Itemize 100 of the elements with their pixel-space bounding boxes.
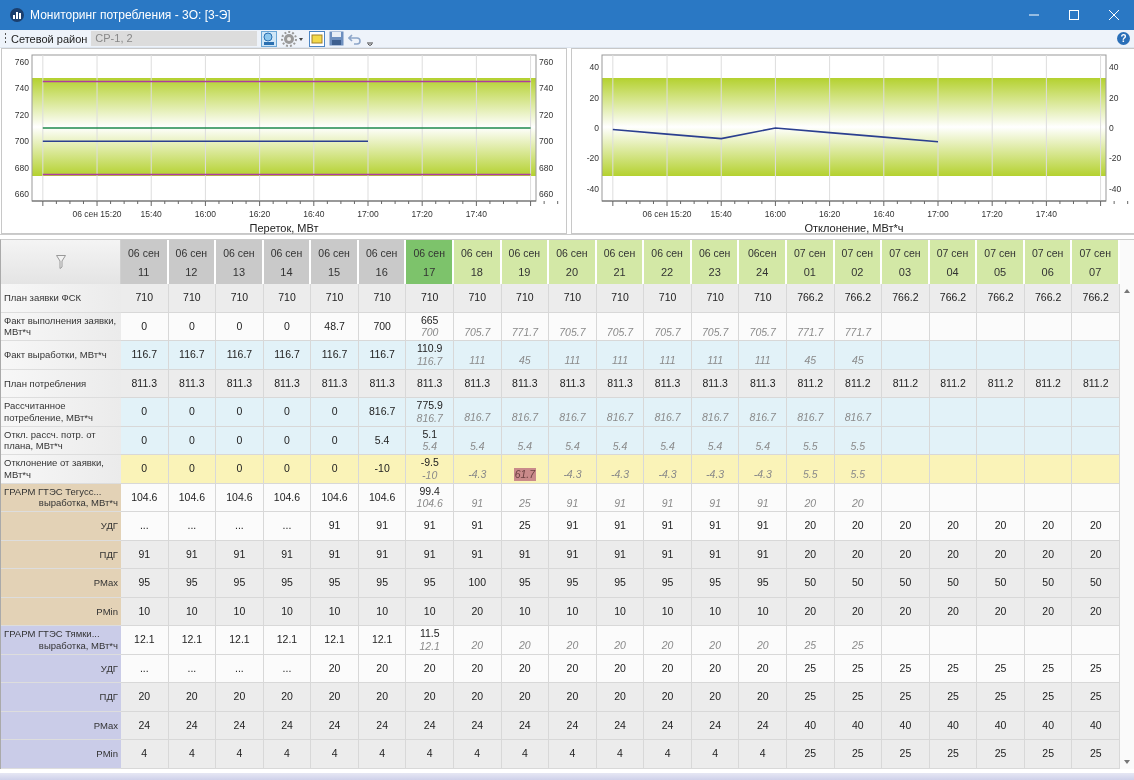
cell-value: 20: [899, 547, 912, 561]
y-tick-label: 0: [594, 123, 599, 133]
cell-value: 50: [947, 576, 959, 590]
column-header[interactable]: 07 сен 01: [787, 240, 835, 284]
map-search-icon[interactable]: [261, 30, 278, 47]
column-header[interactable]: 06 сен 11: [121, 240, 169, 284]
planned-value: 116.7: [415, 354, 444, 368]
scroll-down-icon[interactable]: [1123, 758, 1131, 765]
y-tick-label: 740: [539, 83, 554, 94]
cell-value: ...: [187, 661, 197, 675]
cell-value: 20: [1089, 519, 1102, 533]
cell-value: 110.9: [416, 342, 443, 355]
column-header[interactable]: 06 сен 18: [454, 240, 502, 284]
cell-value: 766.2: [939, 291, 967, 305]
group-name: ГРАРМ ГТЭС Тямки...: [4, 628, 101, 640]
cell-value: 95: [709, 576, 721, 590]
close-icon[interactable]: [1108, 9, 1120, 21]
header-hour: 12: [185, 265, 198, 278]
y-tick-label: 40: [589, 62, 599, 73]
cell-value: 91: [566, 519, 579, 533]
cell-value: 20: [614, 690, 626, 704]
cell-value: 11.5: [419, 627, 440, 640]
cell-value: 91: [328, 547, 341, 561]
column-header[interactable]: 06сен 24: [739, 240, 787, 284]
column-header[interactable]: 06 сен 16: [358, 240, 407, 284]
cell-value: 4: [617, 747, 623, 761]
planned-value: 111: [563, 354, 582, 368]
cell-value: 4: [712, 747, 719, 761]
row-label: ПДГ: [1, 683, 121, 712]
cell-value: 710: [468, 291, 487, 305]
scroll-up-icon[interactable]: [1123, 288, 1131, 294]
cell-value: 50: [1089, 576, 1102, 590]
header-hour: 22: [660, 265, 674, 278]
cell-value: 20: [376, 690, 388, 704]
cell-value: 20: [994, 604, 1007, 618]
cell-value: 10: [328, 604, 341, 618]
y-tick-label: 760: [14, 56, 29, 67]
scrollbar[interactable]: [1120, 240, 1134, 769]
column-header[interactable]: 07 сен 03: [882, 240, 930, 284]
column-header[interactable]: 06 сен 15: [311, 240, 359, 284]
column-header[interactable]: 06 сен 17: [406, 240, 454, 284]
x-tick-label: 17:20: [411, 209, 433, 219]
column-header[interactable]: 06 сен 14: [263, 240, 312, 284]
column-header[interactable]: 07 сен 05: [977, 240, 1025, 284]
cell-value: 0: [188, 405, 195, 419]
maximize-icon[interactable]: [1068, 9, 1080, 21]
cell-value: 25: [1042, 690, 1054, 704]
column-header[interactable]: 06 сен 19: [501, 240, 550, 284]
x-tick-label: 06 сен 15:20: [642, 209, 692, 219]
planned-value: 816.7: [415, 411, 444, 425]
column-header[interactable]: 07 сен 07: [1072, 240, 1120, 284]
y-tick-label: -20: [586, 153, 599, 164]
cell-value: 811.3: [749, 376, 776, 390]
column-header[interactable]: 06 сен 22: [644, 240, 692, 284]
column-header[interactable]: 06 сен 23: [691, 240, 740, 284]
help-button[interactable]: ?: [1117, 32, 1130, 45]
cell-value: ...: [282, 519, 292, 533]
planned-value: -4.3: [657, 468, 678, 482]
header-date: 07 сен: [841, 246, 874, 259]
planned-value: 5.5: [849, 439, 867, 453]
cell-value: 4: [474, 747, 481, 761]
column-header[interactable]: 07 сен 02: [834, 240, 883, 284]
column-header[interactable]: 07 сен 06: [1024, 240, 1073, 284]
cell-value: 91: [614, 547, 626, 561]
cell-value: 104.6: [226, 490, 253, 504]
x-tick-label: 16:40: [873, 209, 895, 219]
document-icon[interactable]: [309, 30, 326, 47]
cell-value: 91: [138, 547, 151, 561]
gear-icon[interactable]: [281, 30, 306, 47]
cell-value: 10: [756, 604, 769, 618]
y-tick-label: 700: [539, 136, 554, 147]
cell-value: 20: [852, 547, 864, 561]
planned-value: 5.4: [516, 439, 534, 453]
column-header[interactable]: 06 сен 13: [216, 240, 264, 284]
column-header[interactable]: 06 сен 12: [168, 240, 217, 284]
cell-value: 811.3: [321, 376, 348, 390]
cell-value: 91: [709, 547, 721, 561]
filter-header-cell[interactable]: [1, 240, 121, 284]
x-tick-label: 15:40: [710, 209, 732, 219]
cell-value: 40: [804, 718, 817, 732]
column-header[interactable]: 06 сен 20: [549, 240, 597, 284]
column-header[interactable]: 07 сен 04: [929, 240, 978, 284]
cell-value: 25: [852, 661, 864, 675]
cell-value: 4: [188, 747, 195, 761]
cell-value: 811.2: [987, 376, 1014, 390]
header-hour: 04: [946, 265, 959, 278]
save-icon[interactable]: [329, 31, 345, 46]
cell-value: 20: [423, 661, 436, 675]
filter-icon[interactable]: [55, 255, 66, 269]
cell-value: 20: [519, 661, 531, 675]
planned-value: 705.7: [605, 325, 635, 339]
row-label: PMax: [1, 569, 121, 598]
cell-value: 50: [804, 576, 817, 590]
cell-value: 20: [804, 519, 817, 533]
column-header[interactable]: 06 сен 21: [596, 240, 645, 284]
cell-value: 24: [281, 718, 293, 732]
cell-value: 24: [566, 718, 579, 732]
cell-value: 95: [138, 576, 151, 590]
cell-value: 710: [658, 291, 677, 305]
cell-value: 811.3: [512, 376, 538, 390]
